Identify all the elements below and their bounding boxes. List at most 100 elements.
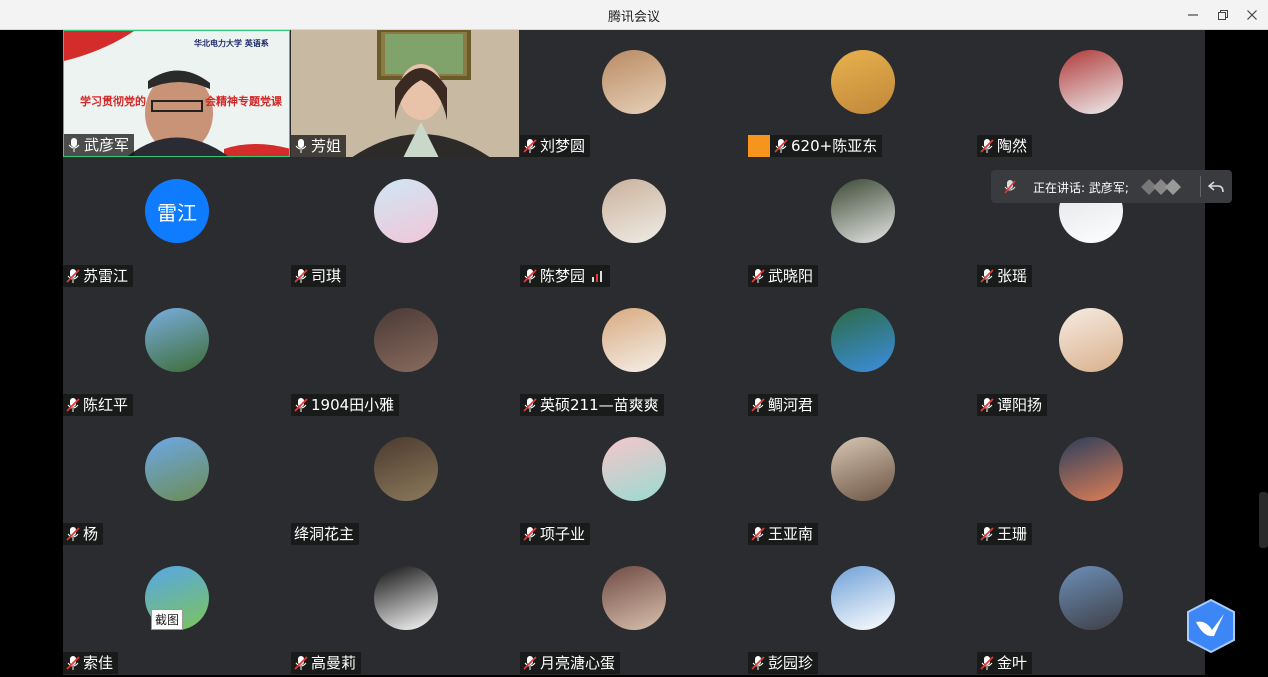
restore-icon[interactable] [1212, 4, 1234, 26]
participant-name-tag: 武晓阳 [748, 265, 819, 287]
avatar [831, 50, 895, 114]
participant-name: 高曼莉 [311, 654, 357, 672]
participant-name: 芳姐 [311, 137, 342, 155]
participant-name-tag: 刘梦圆 [520, 135, 591, 157]
participant-tile[interactable]: 陈梦园 [520, 159, 747, 287]
participant-name: 彭园珍 [768, 654, 814, 672]
avatar [1059, 308, 1123, 372]
participant-tile[interactable]: 谭阳扬 [977, 288, 1204, 416]
participant-name-tag: 谭阳扬 [977, 394, 1048, 416]
participant-name: 陈红平 [83, 396, 129, 414]
participant-tile[interactable]: 金叶 [977, 546, 1204, 674]
participant-name-tag: 高曼莉 [291, 652, 362, 674]
avatar [602, 50, 666, 114]
participant-tile[interactable]: 陈红平 [63, 288, 290, 416]
participant-tile[interactable]: 王亚南 [748, 417, 976, 545]
participant-name-tag: 620+陈亚东 [748, 135, 883, 157]
avatar [602, 437, 666, 501]
mic-muted-icon [294, 269, 308, 283]
participant-name: 620+陈亚东 [791, 137, 878, 155]
mic-icon [68, 138, 80, 152]
participant-name-tag: 金叶 [977, 652, 1033, 674]
mic-muted-icon [751, 527, 765, 541]
participant-name: 月亮溏心蛋 [540, 654, 616, 672]
participant-name-tag: 王亚南 [748, 523, 819, 545]
volume-indicator[interactable] [1259, 492, 1268, 548]
meeting-float-logo-icon[interactable] [1184, 598, 1238, 654]
avatar: 雷江 [145, 179, 209, 243]
participant-tile[interactable]: 鲷河君 [748, 288, 976, 416]
participant-name-tag: 月亮溏心蛋 [520, 652, 621, 674]
avatar [145, 308, 209, 372]
mic-muted-icon [523, 269, 537, 283]
participant-tile[interactable]: 学习贯彻党的 会精神专题党课 华北电力大学 英语系 武彦军 [63, 30, 290, 157]
mic-muted-icon [980, 398, 994, 412]
collapse-arrow-icon[interactable] [1208, 179, 1224, 195]
participant-tile[interactable]: 索佳 截图 [63, 546, 290, 674]
speaking-label: 正在讲话: 武彦军; [1033, 181, 1129, 195]
participant-tile[interactable]: 武晓阳 [748, 159, 976, 287]
participant-name: 王珊 [997, 525, 1028, 543]
participant-name-tag: 芳姐 [291, 135, 347, 157]
window-title: 腾讯会议 [607, 10, 660, 25]
participant-tile[interactable]: 司琪 [291, 159, 519, 287]
speaking-indicator: 正在讲话: 武彦军; [991, 170, 1232, 203]
participant-tile[interactable]: 项子业 [520, 417, 747, 545]
participant-tile[interactable]: 英硕211—苗爽爽 [520, 288, 747, 416]
mic-muted-icon [751, 398, 765, 412]
participant-name: 索佳 [83, 654, 114, 672]
mic-muted-icon [774, 139, 788, 153]
participant-name: 项子业 [540, 525, 586, 543]
participant-tile[interactable]: 王珊 [977, 417, 1204, 545]
participant-tile[interactable]: 陶然 [977, 30, 1204, 157]
participant-name-tag: 陶然 [977, 135, 1033, 157]
blurred-name-icon [1141, 179, 1181, 195]
participant-tile[interactable]: 彭园珍 [748, 546, 976, 674]
avatar [374, 179, 438, 243]
participant-name: 绛洞花主 [294, 525, 355, 543]
participant-tile[interactable]: 高曼莉 [291, 546, 519, 674]
participant-tile[interactable]: 芳姐 [291, 30, 519, 157]
participant-name: 谭阳扬 [997, 396, 1043, 414]
participant-name: 金叶 [997, 654, 1028, 672]
avatar [374, 308, 438, 372]
participant-tile[interactable]: 月亮溏心蛋 [520, 546, 747, 674]
participant-name: 武彦军 [84, 136, 130, 154]
avatar [602, 179, 666, 243]
participant-name: 苏雷江 [83, 267, 129, 285]
participant-name: 1904田小雅 [311, 396, 395, 414]
mic-muted-icon [66, 656, 80, 670]
participant-name: 武晓阳 [768, 267, 814, 285]
participant-name: 陶然 [997, 137, 1028, 155]
title-bar: 腾讯会议 [0, 0, 1268, 30]
participant-tile[interactable]: 1904田小雅 [291, 288, 519, 416]
avatar [1059, 50, 1123, 114]
participant-name-tag: 彭园珍 [748, 652, 819, 674]
mic-muted-icon [751, 269, 765, 283]
avatar [831, 179, 895, 243]
close-icon[interactable] [1241, 4, 1263, 26]
avatar [831, 308, 895, 372]
participant-name-tag: 1904田小雅 [291, 394, 400, 416]
avatar [374, 437, 438, 501]
participant-tile[interactable]: 刘梦圆 [520, 30, 747, 157]
participant-tile[interactable]: 杨 [63, 417, 290, 545]
minimize-icon[interactable] [1182, 4, 1204, 26]
participant-tile[interactable]: 620+陈亚东 [748, 30, 976, 157]
participant-name: 张瑶 [997, 267, 1028, 285]
mic-muted-icon [66, 269, 80, 283]
avatar [1059, 437, 1123, 501]
participant-name-tag: 苏雷江 [63, 265, 134, 287]
mic-muted-icon [523, 139, 537, 153]
participant-tile[interactable]: 绛洞花主 [291, 417, 519, 545]
participant-name-tag: 司琪 [291, 265, 347, 287]
participant-name-tag: 陈红平 [63, 394, 134, 416]
avatar [145, 437, 209, 501]
mic-muted-icon [980, 269, 994, 283]
mic-muted-icon [980, 656, 994, 670]
participant-name-tag: 索佳 [63, 652, 119, 674]
participant-name: 鲷河君 [768, 396, 814, 414]
participant-name-tag: 绛洞花主 [291, 523, 360, 545]
participant-tile[interactable]: 雷江苏雷江 [63, 159, 290, 287]
mic-muted-icon [523, 398, 537, 412]
